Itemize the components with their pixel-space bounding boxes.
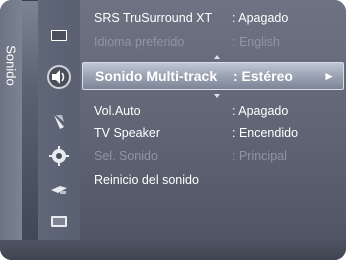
menu-item-label: Sel. Sonido [94, 149, 158, 163]
scroll-up-indicator [214, 55, 220, 59]
scroll-down-indicator [214, 94, 220, 98]
sound-icon[interactable] [46, 64, 72, 90]
input-icon[interactable] [48, 178, 70, 200]
setup-icon[interactable] [48, 145, 70, 167]
menu-item-sonido-multitrack[interactable]: Sonido Multi-track : Estéreo ► [82, 62, 344, 90]
menu-item-label: SRS TruSurround XT [94, 11, 213, 25]
menu-item-value: : Encendido [232, 126, 299, 140]
menu-item-value: : Apagado [232, 11, 289, 25]
menu-item-value: : English [232, 35, 280, 49]
menu-category-title: Sonido [3, 45, 19, 86]
menu-item-tv-speaker[interactable]: TV Speaker : Encendido [94, 123, 344, 143]
menu-item-srs-trusurround[interactable]: SRS TruSurround XT : Apagado [94, 8, 344, 28]
menu-item-sel-sonido: Sel. Sonido : Principal [94, 146, 344, 166]
sidebar-icon-column [38, 0, 80, 260]
menu-item-idioma-preferido: Idioma preferido : English [94, 32, 344, 52]
menu-item-label: Reinicio del sonido [94, 173, 199, 187]
picture-icon[interactable] [48, 24, 70, 46]
application-icon[interactable] [48, 210, 70, 232]
menu-bottom-bar [0, 240, 346, 260]
menu-item-label: Sonido Multi-track [95, 68, 218, 84]
channel-icon[interactable] [48, 110, 70, 132]
menu-item-value: : Apagado [232, 104, 289, 118]
menu-item-label: Idioma preferido [94, 35, 185, 49]
menu-item-vol-auto[interactable]: Vol.Auto : Apagado [94, 101, 344, 121]
menu-item-value: : Estéreo [233, 68, 293, 84]
menu-category-strip: Sonido [0, 0, 22, 260]
menu-item-label: TV Speaker [94, 126, 161, 140]
menu-item-value: : Principal [232, 149, 287, 163]
submenu-arrow-icon: ► [323, 69, 335, 83]
menu-item-reinicio-del-sonido[interactable]: Reinicio del sonido [94, 170, 344, 190]
menu-item-label: Vol.Auto [94, 104, 141, 118]
